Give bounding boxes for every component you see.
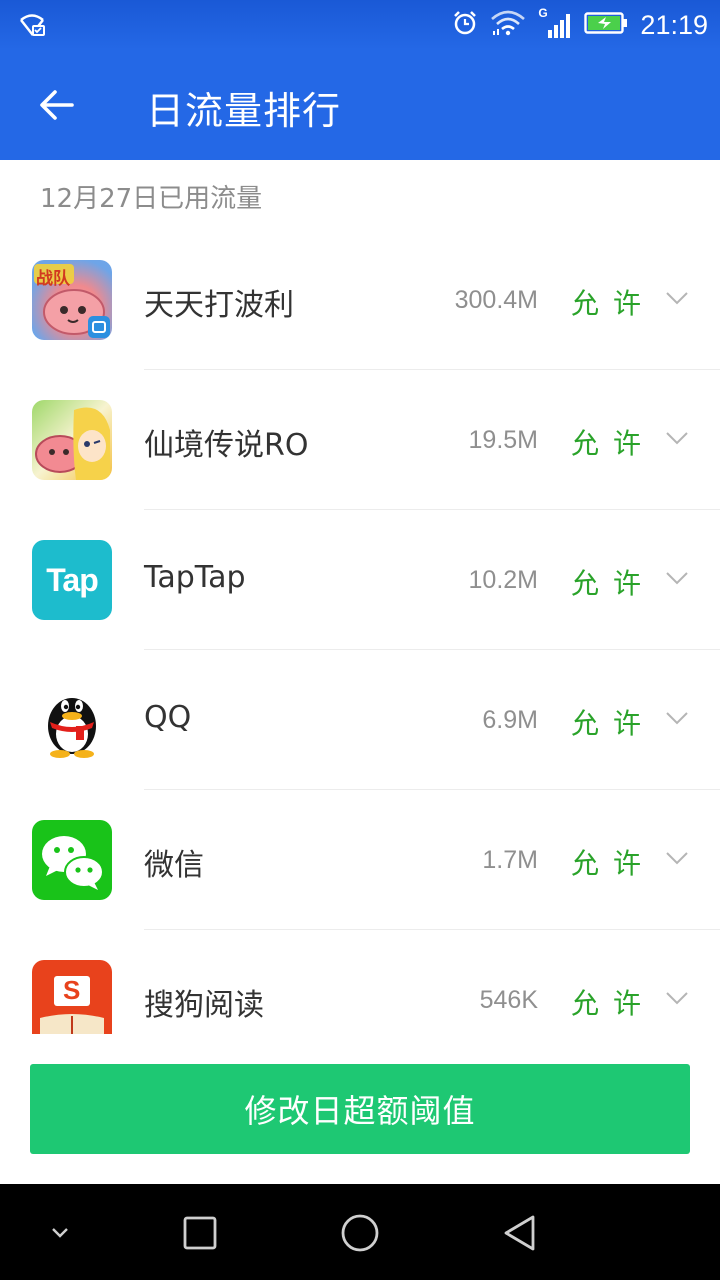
chevron-down-icon[interactable]: [664, 428, 690, 448]
app-icon-badge-text: 战队: [36, 269, 70, 289]
list-item[interactable]: S 搜狗阅读 546K 允许: [0, 930, 720, 1035]
permission-status[interactable]: 允许: [571, 282, 655, 322]
app-name: QQ: [144, 700, 192, 735]
list-item[interactable]: Tap TapTap 10.2M 允许: [0, 510, 720, 650]
chevron-down-icon: [52, 1228, 68, 1238]
modify-daily-threshold-button[interactable]: 修改日超额阈值: [30, 1064, 690, 1154]
qq-penguin-app-icon: [32, 680, 112, 760]
wechat-app-icon: [32, 820, 112, 900]
app-usage: 546K: [479, 986, 538, 1014]
app-usage: 300.4M: [454, 286, 538, 314]
cellular-signal-icon: G: [538, 6, 572, 40]
sogou-reader-app-icon: S: [32, 960, 112, 1034]
square-recents-icon: [183, 1216, 217, 1250]
vpn-shield-icon: [18, 12, 46, 38]
status-bar: G 21:19: [0, 0, 720, 50]
app-name: 微信: [144, 848, 204, 883]
ragnarok-app-icon: [32, 400, 112, 480]
permission-status[interactable]: 允许: [571, 702, 655, 742]
chevron-down-icon[interactable]: [664, 708, 690, 728]
tiantian-dabolie-app-icon: 战队: [32, 260, 112, 340]
chevron-down-icon[interactable]: [664, 988, 690, 1008]
nav-home-button[interactable]: [335, 1208, 385, 1258]
back-arrow-icon: [40, 90, 74, 120]
clock-time: 21:19: [640, 9, 708, 40]
app-bar: 日流量排行: [0, 50, 720, 160]
nav-recents-button[interactable]: [175, 1208, 225, 1258]
chevron-down-icon[interactable]: [664, 288, 690, 308]
chevron-down-icon[interactable]: [664, 848, 690, 868]
app-traffic-list: 战队 天天打波利 300.4M 允许 仙境传说RO 19.5M 允许 Tap T…: [0, 230, 720, 1035]
app-name: 天天打波利: [144, 288, 294, 323]
system-navigation-bar: [0, 1184, 720, 1280]
app-icon-logo-text: Tap: [46, 561, 99, 598]
app-name: 仙境传说RO: [144, 428, 309, 463]
page-title: 日流量排行: [146, 89, 342, 133]
app-usage: 19.5M: [468, 426, 538, 454]
list-item[interactable]: 战队 天天打波利 300.4M 允许: [0, 230, 720, 370]
triangle-back-icon: [504, 1215, 535, 1251]
permission-status[interactable]: 允许: [571, 562, 655, 602]
app-usage: 1.7M: [482, 846, 538, 874]
list-item[interactable]: 仙境传说RO 19.5M 允许: [0, 370, 720, 510]
circle-home-icon: [341, 1214, 379, 1252]
app-name: 搜狗阅读: [144, 988, 264, 1023]
permission-status[interactable]: 允许: [571, 982, 655, 1022]
permission-status[interactable]: 允许: [571, 422, 655, 462]
permission-status[interactable]: 允许: [571, 842, 655, 882]
list-item[interactable]: 微信 1.7M 允许: [0, 790, 720, 930]
wifi-icon: [490, 9, 526, 41]
app-icon-logo-text: S: [63, 975, 81, 1005]
app-usage: 10.2M: [468, 566, 538, 594]
battery-charging-icon: [584, 11, 628, 39]
alarm-icon: [452, 10, 478, 40]
chevron-down-icon[interactable]: [664, 568, 690, 588]
section-title: 12月27日已用流量: [40, 184, 263, 214]
list-item[interactable]: QQ 6.9M 允许: [0, 650, 720, 790]
app-usage: 6.9M: [482, 706, 538, 734]
back-button[interactable]: [24, 75, 88, 135]
app-name: TapTap: [144, 560, 246, 595]
nav-back-button[interactable]: [495, 1208, 545, 1258]
taptap-app-icon: Tap: [32, 540, 112, 620]
nav-hide-button[interactable]: [35, 1208, 85, 1258]
